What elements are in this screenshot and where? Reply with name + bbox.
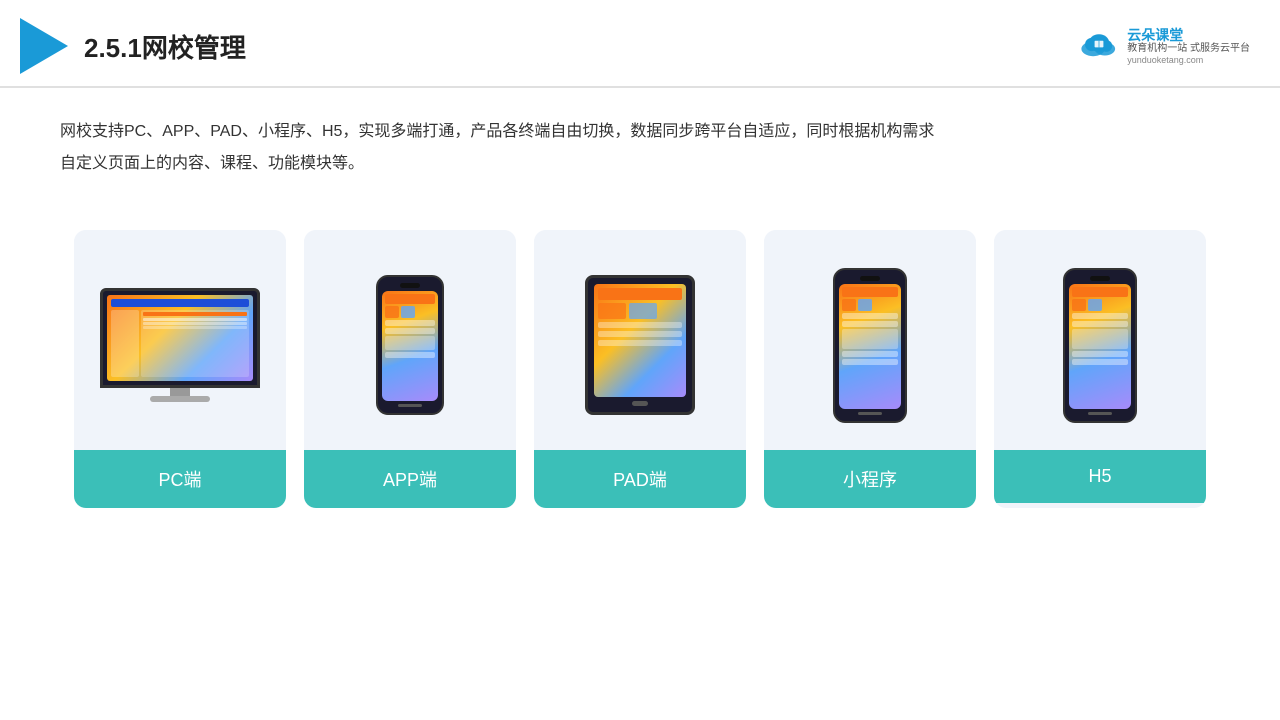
card-app-label: APP端: [304, 450, 516, 508]
brand-text: 云朵课堂 教育机构一站 式服务云平台 yunduoketang.com: [1127, 27, 1250, 66]
logo-triangle-icon: [20, 18, 68, 74]
card-app: APP端: [304, 230, 516, 508]
header: 2.5.1网校管理 云朵课堂 教育机构一站: [0, 0, 1280, 88]
brand-logo: 云朵课堂 教育机构一站 式服务云平台 yunduoketang.com: [1077, 27, 1250, 66]
card-miniapp-label: 小程序: [764, 450, 976, 508]
miniapp-phone-device-icon: [833, 268, 907, 423]
card-miniapp: 小程序: [764, 230, 976, 508]
header-left: 2.5.1网校管理: [20, 18, 246, 74]
pc-device-icon: [100, 288, 260, 402]
cloud-logo-icon: [1077, 28, 1121, 63]
card-pad-label: PAD端: [534, 450, 746, 508]
tablet-device-icon: [585, 275, 695, 415]
card-pc: PC端: [74, 230, 286, 508]
card-pc-image: [74, 230, 286, 450]
card-h5: H5: [994, 230, 1206, 508]
phone-device-icon: [376, 275, 444, 415]
card-pad-image: [534, 230, 746, 450]
card-h5-label: H5: [994, 450, 1206, 503]
card-h5-image: [994, 230, 1206, 450]
header-right: 云朵课堂 教育机构一站 式服务云平台 yunduoketang.com: [1077, 27, 1250, 66]
card-miniapp-image: [764, 230, 976, 450]
card-pad: PAD端: [534, 230, 746, 508]
cards-container: PC端 APP端: [0, 200, 1280, 538]
page-title: 2.5.1网校管理: [84, 28, 246, 65]
card-app-image: [304, 230, 516, 450]
description-text: 网校支持PC、APP、PAD、小程序、H5，实现多端打通，产品各终端自由切换，数…: [0, 88, 1000, 190]
h5-phone-device-icon: [1063, 268, 1137, 423]
card-pc-label: PC端: [74, 450, 286, 508]
